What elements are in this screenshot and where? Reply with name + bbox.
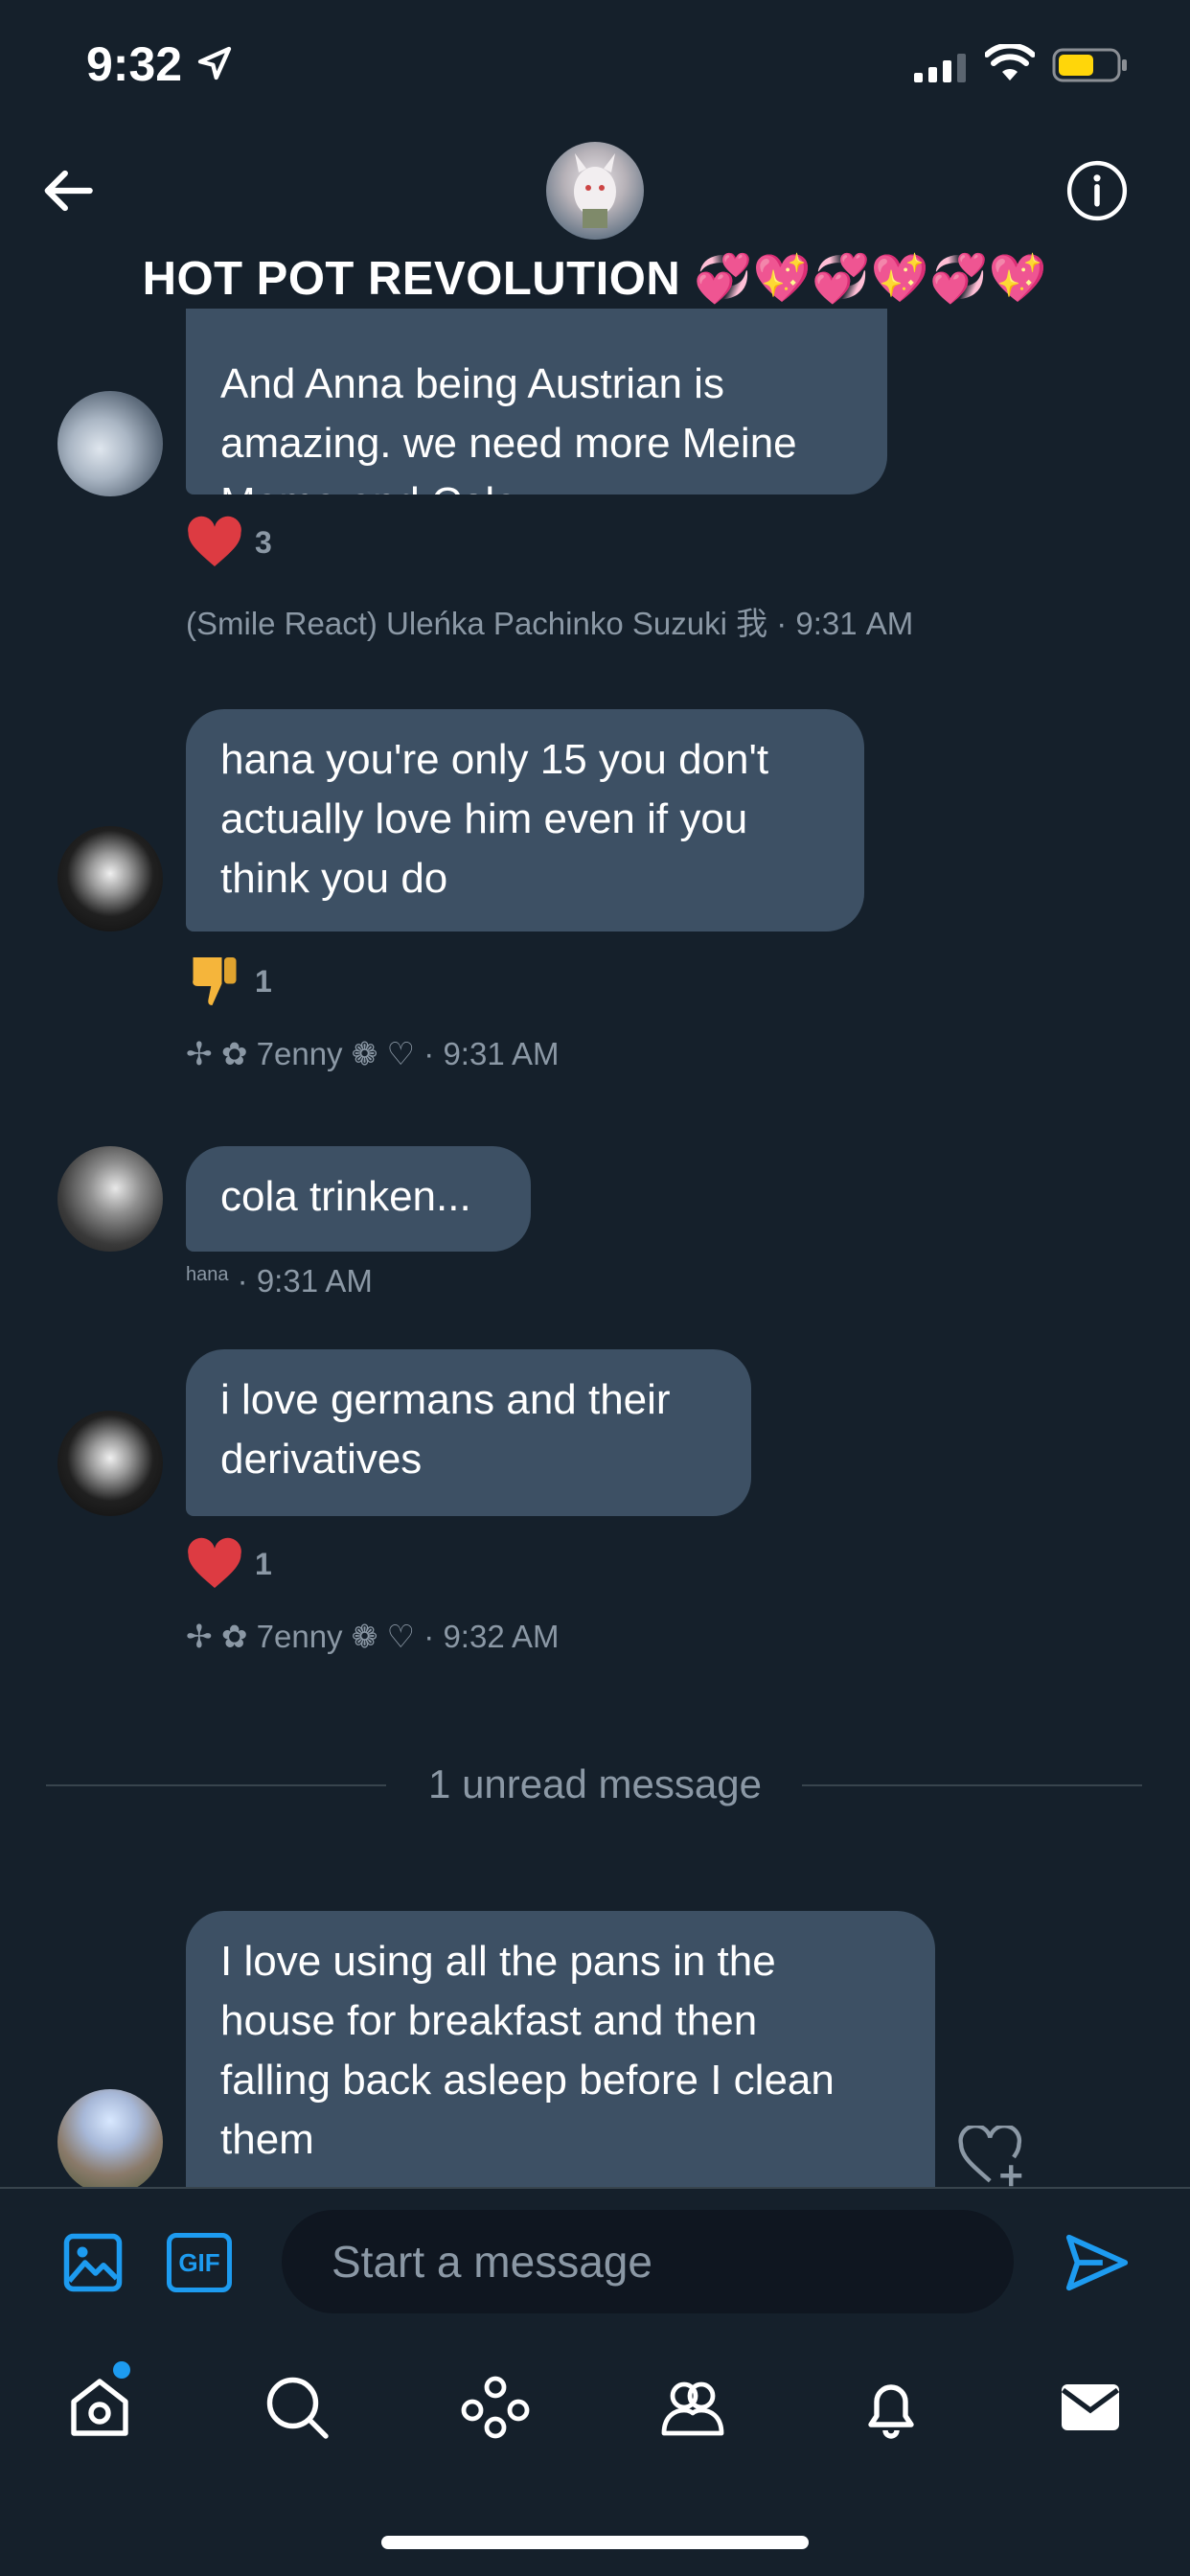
notifications-icon[interactable] [857, 2373, 926, 2442]
add-reaction-icon[interactable] [958, 2126, 1027, 2189]
image-icon[interactable] [61, 2231, 125, 2294]
spaces-icon[interactable] [461, 2373, 530, 2442]
message-bubble[interactable]: cola trinken... [186, 1146, 531, 1252]
home-indicator [381, 2536, 809, 2549]
info-icon[interactable] [1065, 159, 1129, 222]
cellular-signal-icon [914, 54, 966, 82]
home-icon[interactable] [65, 2373, 134, 2442]
message-bubble[interactable]: hana you're only 15 you don't actually l… [186, 709, 864, 932]
status-time: 9:32 [86, 37, 183, 91]
message-bubble[interactable]: i love germans and their derivatives [186, 1349, 751, 1516]
messages-icon[interactable] [1056, 2373, 1125, 2442]
message-reaction[interactable]: 1 [186, 953, 272, 1010]
sender-avatar[interactable] [57, 826, 163, 932]
back-arrow-icon[interactable] [40, 161, 100, 220]
search-icon[interactable] [263, 2373, 332, 2442]
location-arrow-icon [197, 46, 232, 80]
heart-reaction-icon [188, 1537, 241, 1588]
message-bubble[interactable]: I love using all the pans in the house f… [186, 1911, 935, 2187]
message-reaction[interactable]: 1 [186, 1537, 272, 1591]
message-input[interactable] [282, 2210, 1014, 2313]
message-reaction[interactable]: 3 [186, 516, 272, 569]
sender-avatar[interactable] [57, 2089, 163, 2195]
notification-dot [113, 2361, 130, 2379]
sender-avatar[interactable] [57, 1146, 163, 1252]
message-meta: hana · 9:31 AM [186, 1263, 373, 1300]
message-bubble[interactable]: And Anna being Austrian is amazing. we n… [186, 309, 887, 494]
send-icon[interactable] [1064, 2229, 1131, 2296]
reaction-count: 1 [255, 1546, 272, 1581]
message-time: · 9:31 AM [237, 1263, 373, 1299]
group-avatar[interactable] [546, 142, 644, 240]
gif-button[interactable]: GIF [167, 2233, 232, 2292]
thumbs-down-reaction-icon [193, 957, 237, 1005]
message-meta: ✢ ✿ 7enny ❁ ♡ · 9:32 AM [186, 1619, 560, 1654]
sender-name: hana [186, 1264, 229, 1285]
unread-message-label: 1 unread message [428, 1761, 762, 1806]
reaction-count: 3 [255, 524, 272, 560]
reaction-count: 1 [255, 963, 272, 999]
wifi-icon [985, 44, 1035, 80]
sender-avatar[interactable] [57, 391, 163, 496]
message-meta: (Smile React) Uleńka Pachinko Suzuki 我 ·… [186, 606, 914, 641]
conversation-title: HOT POT REVOLUTION 💞💖💞💖💞💖 [142, 253, 1048, 305]
heart-reaction-icon [188, 516, 241, 566]
dm-conversation-screen: 9:32 HOT POT REVOLUTION � [0, 0, 1190, 2576]
communities-icon[interactable] [658, 2373, 727, 2442]
battery-icon [1052, 48, 1127, 82]
message-meta: ✢ ✿ 7enny ❁ ♡ · 9:31 AM [186, 1036, 560, 1071]
sender-avatar[interactable] [57, 1411, 163, 1516]
